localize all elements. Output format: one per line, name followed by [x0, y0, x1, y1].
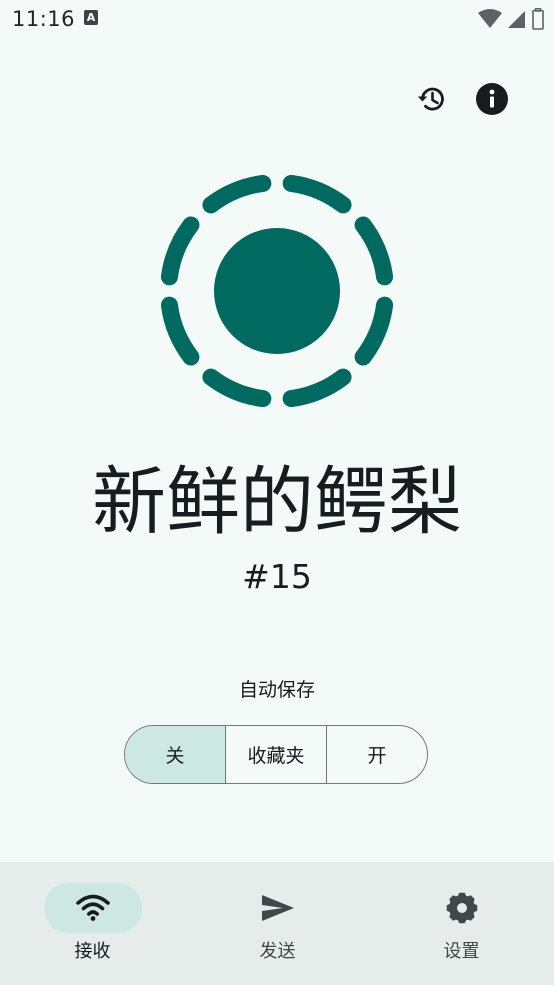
nav-label-receive: 接收: [74, 941, 111, 962]
nav-item-settings[interactable]: 设置: [369, 862, 554, 985]
autosave-option-favorites[interactable]: 收藏夹: [225, 726, 326, 783]
battery-icon: [532, 8, 544, 30]
logo-ring-segment: [160, 296, 200, 366]
device-name: 新鲜的鳄梨: [92, 459, 462, 545]
gear-hole: [456, 903, 467, 913]
logo-core: [214, 228, 340, 354]
nav-pill-send: [229, 883, 327, 933]
logo-ring-segment: [282, 368, 352, 408]
device-number: #15: [242, 557, 312, 596]
bottom-navigation: 接收 发送 设置: [0, 862, 554, 985]
wifi-signal-icon: [478, 9, 502, 28]
history-button[interactable]: [414, 82, 448, 116]
logo-ring-segment: [202, 174, 272, 214]
autosave-option-on[interactable]: 开: [326, 726, 427, 783]
cell-signal-icon: [508, 11, 525, 28]
sun-logo-icon: [160, 174, 394, 408]
status-bar: 11:16 A: [0, 0, 554, 38]
history-icon: [417, 87, 444, 111]
autosave-label: 自动保存: [238, 679, 315, 701]
status-icons: [478, 8, 544, 30]
nav-pill-receive: [43, 883, 142, 933]
logo-ring-segment: [354, 296, 394, 366]
nav-item-send[interactable]: 发送: [185, 862, 370, 985]
wifi-icon: [75, 894, 110, 921]
autosave-option-off[interactable]: 关: [125, 726, 225, 783]
info-icon: [476, 83, 508, 115]
logo-ring-segment: [160, 216, 200, 286]
logo-ring-segment: [202, 368, 272, 408]
gear-icon: [446, 892, 477, 924]
nav-item-receive[interactable]: 接收: [0, 862, 185, 985]
logo-ring-segment: [282, 174, 352, 214]
nav-label-send: 发送: [259, 941, 296, 962]
autosave-segmented-control: 关 收藏夹 开: [124, 725, 428, 784]
nav-pill-settings: [413, 883, 511, 933]
info-button[interactable]: [475, 82, 509, 116]
nav-label-settings: 设置: [443, 941, 480, 962]
send-icon: [261, 895, 294, 921]
status-time: 11:16: [12, 7, 76, 31]
logo-ring-segment: [354, 216, 394, 286]
notification-a-icon: A: [84, 10, 98, 25]
app-logo: [157, 170, 397, 412]
